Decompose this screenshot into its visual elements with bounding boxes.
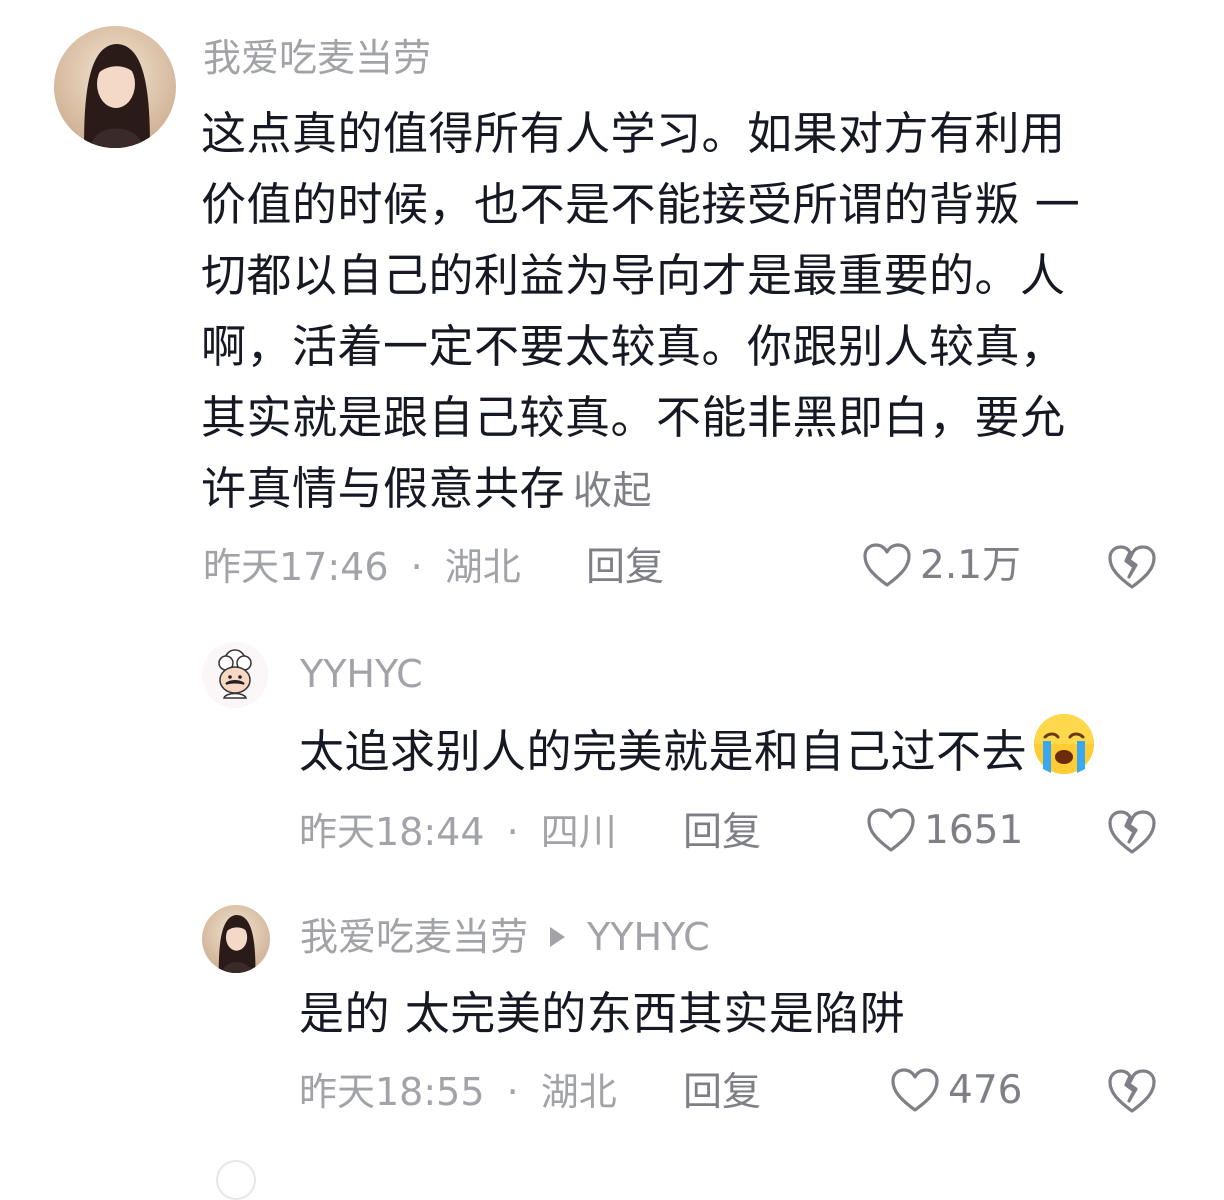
comment-time: 昨天18:44 xyxy=(299,810,485,854)
comment-line: 这点真的值得所有人学习。如果对方有利用 xyxy=(201,107,1066,160)
like-button[interactable]: 476 xyxy=(890,1067,1022,1113)
like-count: 476 xyxy=(948,1067,1023,1113)
comment-line: 切都以自己的利益为导向才是最重要的。人 xyxy=(201,249,1066,302)
heart-icon xyxy=(891,1068,939,1112)
reply-button[interactable]: 回复 xyxy=(683,1073,761,1112)
comment-text: 太追求别人的完美就是和自己过不去 xyxy=(299,711,1199,787)
user-avatar[interactable] xyxy=(202,905,270,973)
broken-heart-icon xyxy=(1108,810,1156,854)
comment-line: 许真情与假意共存 xyxy=(201,462,566,515)
broken-heart-icon xyxy=(1108,1069,1156,1113)
reply-button[interactable]: 回复 xyxy=(586,548,664,587)
comment-line: 是的 太完美的东西其实是陷阱 xyxy=(299,987,906,1040)
comment-meta: 昨天18:44 · 四川 xyxy=(299,813,617,851)
username-text: YYHYC xyxy=(300,652,423,696)
comment-time: 昨天17:46 xyxy=(203,545,389,589)
user-avatar[interactable] xyxy=(54,26,176,148)
meta-separator: · xyxy=(506,810,519,854)
next-comment-avatar-edge xyxy=(216,1160,256,1200)
username-text[interactable]: 我爱吃麦当劳 xyxy=(300,918,528,956)
girl-portrait-avatar-icon xyxy=(202,905,270,973)
username[interactable]: YYHYC xyxy=(300,655,423,693)
collapse-link[interactable]: 收起 xyxy=(573,469,652,514)
like-count: 2.1万 xyxy=(920,542,1022,588)
comment-location: 湖北 xyxy=(540,1070,617,1114)
username-row: 我爱吃麦当劳 YYHYC xyxy=(300,918,710,956)
dislike-button[interactable] xyxy=(1106,543,1158,591)
loudly-crying-face-emoji-icon xyxy=(1034,714,1095,774)
meta-separator: · xyxy=(410,545,423,589)
username[interactable]: 我爱吃麦当劳 xyxy=(203,39,431,77)
broken-heart-icon xyxy=(1108,545,1156,589)
comment-location: 四川 xyxy=(540,810,617,854)
user-avatar[interactable] xyxy=(202,642,268,708)
like-button[interactable]: 1651 xyxy=(866,807,1023,853)
comment-line-last: 许真情与假意共存 收起 xyxy=(201,453,1191,527)
like-count: 1651 xyxy=(924,807,1024,853)
comment-location: 湖北 xyxy=(444,545,521,589)
comment-line: 其实就是跟自己较真。不能非黑即白，要允 xyxy=(201,391,1066,444)
comment-line: 太追求别人的完美就是和自己过不去 xyxy=(299,725,1028,778)
username-text: 我爱吃麦当劳 xyxy=(203,36,432,80)
reply-button[interactable]: 回复 xyxy=(683,813,761,852)
comment-text: 这点真的值得所有人学习。如果对方有利用 价值的时候，也不是不能接受所谓的背叛 一… xyxy=(201,98,1191,527)
heart-icon xyxy=(867,808,915,852)
meta-separator: · xyxy=(506,1070,519,1114)
comment-line: 价值的时候，也不是不能接受所谓的背叛 一 xyxy=(201,178,1081,231)
comment-meta: 昨天17:46 · 湖北 xyxy=(203,548,521,586)
like-button[interactable]: 2.1万 xyxy=(862,542,1021,588)
comment-time: 昨天18:55 xyxy=(299,1070,485,1114)
dislike-button[interactable] xyxy=(1106,808,1158,856)
reply-to-username[interactable]: YYHYC xyxy=(587,918,710,956)
comment-text: 是的 太完美的东西其实是陷阱 xyxy=(299,978,1199,1049)
comment-meta: 昨天18:55 · 湖北 xyxy=(299,1073,617,1111)
dislike-button[interactable] xyxy=(1106,1067,1158,1115)
reply-to-arrow-icon xyxy=(550,927,566,947)
heart-icon xyxy=(863,543,911,587)
girl-portrait-avatar-icon xyxy=(54,26,176,148)
comment-line: 啊，活着一定不要太较真。你跟别人较真， xyxy=(201,320,1066,373)
cartoon-chef-avatar-icon xyxy=(202,642,268,708)
